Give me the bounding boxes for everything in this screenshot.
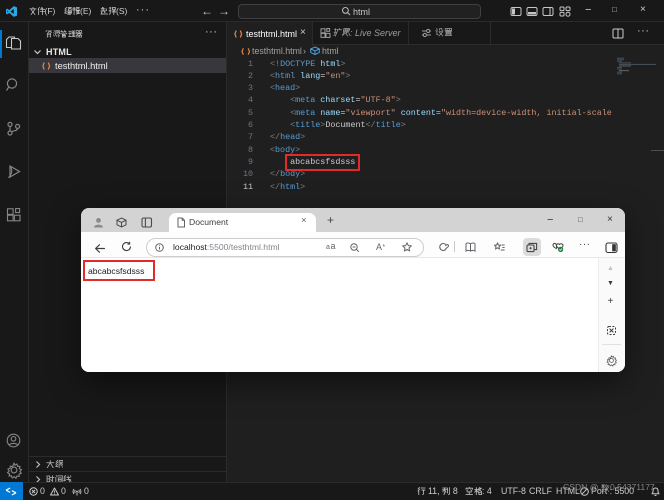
svg-text:A: A bbox=[376, 242, 382, 252]
svg-text:a: a bbox=[326, 244, 330, 251]
svg-text:a: a bbox=[331, 242, 336, 251]
